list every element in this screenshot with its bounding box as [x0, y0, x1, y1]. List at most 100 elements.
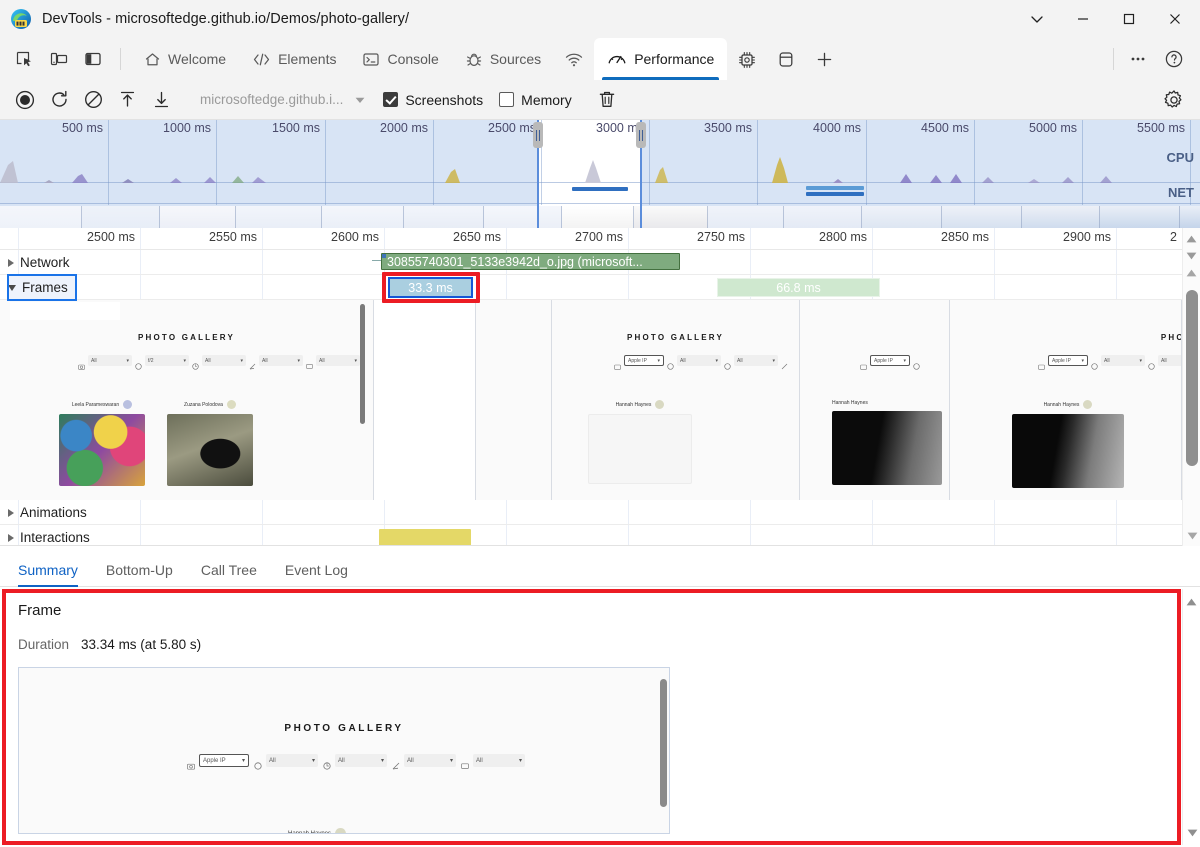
filmstrip-thumbnail[interactable]	[942, 206, 1022, 228]
filmstrip-frame[interactable]: PHOTO GALLERY Apple IP▾ All▾ All▾ Hannah…	[552, 300, 800, 500]
filter-select[interactable]: All▾	[266, 754, 318, 767]
filmstrip-frame[interactable]	[476, 300, 552, 500]
filmstrip-thumbnail[interactable]	[484, 206, 562, 228]
filter-select[interactable]: All▾	[473, 754, 525, 767]
timeline-scrollbar-thumb[interactable]	[1186, 290, 1198, 466]
overview-selection-right-handle[interactable]	[636, 120, 646, 228]
scrollbar-up-button-icon[interactable]	[1183, 264, 1200, 281]
scrollbar-down-button-icon[interactable]	[1183, 527, 1200, 544]
timeline-row-network[interactable]: Network 30855740301_5133e3942d_o.jpg (mi…	[0, 250, 1182, 275]
frame-chip[interactable]: 66.8 ms	[717, 278, 880, 297]
filmstrip-thumbnail[interactable]	[862, 206, 942, 228]
filmstrip-thumbnail[interactable]	[322, 206, 404, 228]
delete-recording-button[interactable]	[592, 89, 622, 110]
timeline-row-interactions[interactable]: Interactions	[0, 525, 1182, 546]
filmstrip-thumbnail[interactable]	[0, 206, 82, 228]
filmstrip-thumbnail[interactable]	[1100, 206, 1180, 228]
filter-select-focused[interactable]: Apple IP▾	[1048, 355, 1088, 366]
tab-elements[interactable]: Elements	[239, 38, 349, 80]
filter-select[interactable]: All▾	[734, 355, 778, 366]
reload-and-record-button[interactable]	[42, 85, 76, 115]
filter-select-focused[interactable]: Apple IP▾	[199, 754, 249, 767]
photo-card[interactable]: Leela Parameswaran	[59, 400, 145, 486]
filter-select-focused[interactable]: Apple IP▾	[870, 355, 910, 366]
tab-console[interactable]: Console	[349, 38, 451, 80]
summary-scroll-rail[interactable]	[1182, 589, 1200, 845]
add-panel-button[interactable]	[805, 38, 844, 80]
overview-filmstrip[interactable]	[0, 206, 1200, 228]
tab-summary[interactable]: Summary	[4, 553, 92, 587]
tab-performance[interactable]: Performance	[594, 38, 727, 80]
record-button[interactable]	[8, 85, 42, 115]
timeline-flame-chart[interactable]: 2500 ms 2550 ms 2600 ms 2650 ms 2700 ms …	[0, 228, 1200, 546]
filmstrip-frame[interactable]: Apple IP▾ Hannah Haynes	[800, 300, 950, 500]
capture-settings-gear-icon[interactable]	[1154, 89, 1194, 111]
photo-card[interactable]: Hannah Haynes	[257, 828, 377, 834]
device-emulation-icon[interactable]	[42, 44, 76, 74]
minimize-button[interactable]	[1060, 0, 1106, 38]
filmstrip-thumbnail[interactable]	[236, 206, 322, 228]
frame-chip-selected[interactable]: 33.3 ms	[389, 278, 472, 297]
filter-select[interactable]: All▾	[1158, 355, 1182, 366]
timeline-overview[interactable]: 500 ms 1000 ms 1500 ms 2000 ms 2500 ms 3…	[0, 120, 1200, 228]
tab-network[interactable]	[554, 38, 594, 80]
filmstrip-frame[interactable]	[374, 300, 476, 500]
scroll-up-arrow-icon[interactable]	[1183, 230, 1200, 247]
scroll-down-arrow-icon[interactable]	[1183, 247, 1200, 264]
preview-scrollbar-thumb[interactable]	[660, 679, 667, 807]
filter-select[interactable]: All▾	[677, 355, 721, 366]
track-toggle-interactions[interactable]: Interactions	[8, 525, 98, 546]
maximize-button[interactable]	[1106, 0, 1152, 38]
save-profile-button[interactable]	[144, 85, 178, 115]
filter-select[interactable]: All▾	[88, 355, 132, 366]
track-toggle-network[interactable]: Network	[8, 250, 78, 275]
filter-select[interactable]: All▾	[335, 754, 387, 767]
tab-sources[interactable]: Sources	[452, 38, 554, 80]
tab-welcome[interactable]: Welcome	[131, 38, 239, 80]
more-chevron-button[interactable]	[1014, 0, 1060, 38]
filmstrip-frame[interactable]: PHOTO GA Apple IP▾ All▾ All▾ Hannah Hayn…	[950, 300, 1182, 500]
tab-bottom-up[interactable]: Bottom-Up	[92, 553, 187, 587]
memory-checkbox[interactable]: Memory	[499, 92, 572, 108]
timeline-filmstrip-large[interactable]: PHOTO GALLERY All▾ f/2▾ All▾ All▾	[0, 300, 1182, 500]
interaction-event-bar[interactable]	[379, 529, 471, 546]
tab-call-tree[interactable]: Call Tree	[187, 553, 271, 587]
filter-select[interactable]: All▾	[1101, 355, 1145, 366]
filter-select-focused[interactable]: Apple IP▾	[624, 355, 664, 366]
timeline-scroll-rail[interactable]	[1182, 228, 1200, 546]
filmstrip-thumbnail[interactable]	[160, 206, 236, 228]
track-toggle-animations[interactable]: Animations	[8, 500, 95, 525]
url-dropdown-caret-down-icon[interactable]	[353, 93, 367, 107]
filter-select[interactable]: All▾	[404, 754, 456, 767]
frame-screenshot-preview[interactable]: PHOTO GALLERY Apple IP▾ All▾ All▾	[18, 667, 670, 834]
tab-event-log[interactable]: Event Log	[271, 553, 362, 587]
overview-selection-left-handle[interactable]	[533, 120, 543, 228]
filter-select[interactable]: f/2▾	[145, 355, 189, 366]
more-tools-button[interactable]	[1120, 44, 1156, 74]
preview-scrollbar[interactable]	[660, 671, 667, 831]
help-button[interactable]	[1156, 44, 1192, 74]
clear-button[interactable]	[76, 85, 110, 115]
photo-card[interactable]: Hannah Haynes	[832, 400, 942, 485]
photo-card[interactable]: Hannah Haynes	[588, 400, 692, 484]
filmstrip-thumbnail[interactable]	[784, 206, 862, 228]
load-profile-button[interactable]	[110, 85, 144, 115]
filmstrip-thumbnail[interactable]	[708, 206, 784, 228]
filmstrip-thumbnail[interactable]	[82, 206, 160, 228]
summary-scroll-up-icon[interactable]	[1183, 593, 1200, 610]
filter-select[interactable]: All▾	[316, 355, 360, 366]
summary-scroll-down-icon[interactable]	[1183, 824, 1200, 841]
track-toggle-frames[interactable]: Frames	[8, 275, 76, 300]
inspect-element-icon[interactable]	[8, 44, 42, 74]
filter-select[interactable]: All▾	[202, 355, 246, 366]
timeline-row-frames[interactable]: Frames 33.3 ms 66.8 ms	[0, 275, 1182, 300]
tab-memory[interactable]	[727, 38, 767, 80]
filmstrip-thumbnail[interactable]	[1022, 206, 1100, 228]
filter-select[interactable]: All▾	[259, 355, 303, 366]
photo-card[interactable]: Zuzana Polodova	[167, 400, 253, 486]
screenshots-checkbox[interactable]: Screenshots	[383, 92, 483, 108]
network-request-chip[interactable]: 30855740301_5133e3942d_o.jpg (microsoft.…	[381, 253, 680, 270]
filmstrip-frame[interactable]: PHOTO GALLERY All▾ f/2▾ All▾ All▾	[0, 300, 374, 500]
tab-application[interactable]	[767, 38, 805, 80]
close-button[interactable]	[1152, 0, 1198, 38]
